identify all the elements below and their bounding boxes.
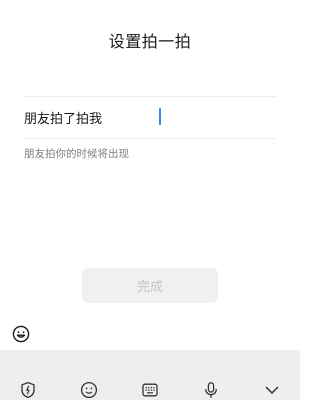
system-keyboard xyxy=(0,350,300,400)
pat-prefix-label: 朋友拍了拍我 xyxy=(24,112,103,127)
done-button[interactable]: 完成 xyxy=(82,268,218,303)
shield-icon[interactable] xyxy=(17,379,39,400)
pat-suffix-input[interactable] xyxy=(159,106,276,128)
keyboard-toolbar xyxy=(0,375,300,400)
pat-hint-text: 朋友拍你的时候将出现 xyxy=(24,148,129,160)
page-title: 设置拍一拍 xyxy=(108,32,192,51)
emoji-smile-icon[interactable] xyxy=(10,323,32,345)
keyboard-top-area xyxy=(0,350,300,375)
pat-text-row[interactable]: 朋友拍了拍我 xyxy=(24,97,276,138)
keyboard-icon[interactable] xyxy=(139,379,161,400)
text-caret xyxy=(159,108,161,125)
chevron-down-icon[interactable] xyxy=(261,379,283,400)
face-icon[interactable] xyxy=(78,379,100,400)
set-pat-page: 设置拍一拍 朋友拍了拍我 朋友拍你的时候将出现 完成 xyxy=(0,0,300,400)
emoji-bar xyxy=(0,318,300,350)
microphone-icon[interactable] xyxy=(200,379,222,400)
divider-bottom xyxy=(24,138,276,139)
